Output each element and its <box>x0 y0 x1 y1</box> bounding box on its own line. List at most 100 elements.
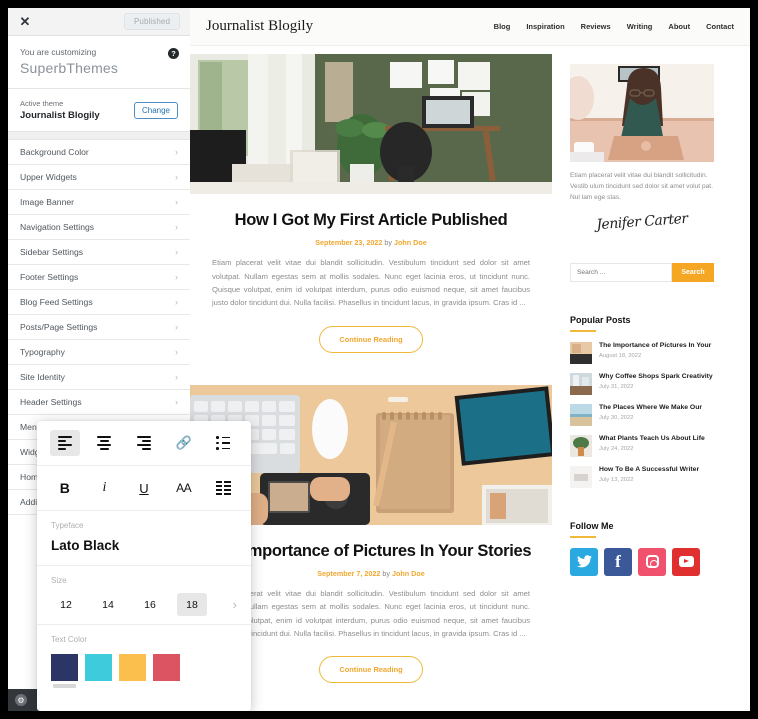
underline-icon[interactable]: U <box>129 475 159 501</box>
sidebar-item-sidebar-settings[interactable]: Sidebar Settings › <box>8 240 190 265</box>
close-icon[interactable]: ✕ <box>18 14 32 29</box>
sidebar-item-footer-settings[interactable]: Footer Settings › <box>8 265 190 290</box>
color-swatch-red[interactable] <box>153 654 180 681</box>
post-date: September 7, 2022 <box>317 569 381 579</box>
site-title[interactable]: Journalist Blogily <box>206 18 313 35</box>
font-size-icon[interactable]: AA <box>169 475 199 501</box>
post-date: September 23, 2022 <box>315 238 383 248</box>
list-item-date: August 18, 2022 <box>599 353 642 360</box>
about-widget: Etiam placerat velit vitae dui blandit s… <box>560 54 724 243</box>
sidebar-item-image-banner[interactable]: Image Banner › <box>8 190 190 215</box>
color-swatches <box>51 652 237 688</box>
active-theme-name: Journalist Blogily <box>20 110 100 121</box>
size-option-18[interactable]: 18 <box>177 593 207 616</box>
chevron-right-icon[interactable]: › <box>233 597 237 612</box>
link-icon[interactable]: 🔗 <box>169 430 199 456</box>
twitter-icon[interactable] <box>570 547 598 576</box>
gear-icon[interactable]: ⚙ <box>15 694 27 706</box>
continue-reading-button[interactable]: Continue Reading <box>319 656 423 684</box>
chevron-right-icon: › <box>175 297 178 307</box>
align-left-icon[interactable] <box>49 430 80 456</box>
size-option-14[interactable]: 14 <box>93 593 123 616</box>
list-item-date: July 30, 2022 <box>599 415 634 422</box>
nav-item-about[interactable]: About <box>668 22 690 31</box>
list-item[interactable]: Why Coffee Shops Spark Creativity July 3… <box>570 372 714 395</box>
thumbnail <box>570 403 592 426</box>
align-right-icon[interactable] <box>129 430 159 456</box>
sidebar-item-header-settings[interactable]: Header Settings › <box>8 390 190 415</box>
site-nav: Blog Inspiration Reviews Writing About C… <box>494 22 734 31</box>
post-by-label: by <box>382 569 390 579</box>
post-author[interactable]: John Doe <box>392 569 425 578</box>
search-row: Search <box>570 262 714 282</box>
sidebar-item-posts-page-settings[interactable]: Posts/Page Settings › <box>8 315 190 340</box>
nav-item-contact[interactable]: Contact <box>706 22 734 31</box>
list-item[interactable]: How To Be A Successful Writer July 13, 2… <box>570 465 714 488</box>
nav-item-reviews[interactable]: Reviews <box>581 22 611 31</box>
columns-icon[interactable] <box>208 475 238 501</box>
list-item-title: How To Be A Successful Writer <box>599 465 700 473</box>
item-label: Image Banner <box>20 197 74 207</box>
chevron-right-icon: › <box>175 247 178 257</box>
search-button[interactable]: Search <box>672 262 714 282</box>
item-label: Site Identity <box>20 372 65 382</box>
chevron-right-icon: › <box>175 397 178 407</box>
customizing-label: You are customizing <box>20 47 97 57</box>
size-option-16[interactable]: 16 <box>135 593 165 616</box>
help-icon[interactable]: ? <box>168 48 179 59</box>
post-title[interactable]: The Importance of Pictures In Your Stori… <box>204 542 538 561</box>
list-item-date: July 13, 2022 <box>599 477 634 484</box>
youtube-icon[interactable] <box>672 547 700 576</box>
typeface-value[interactable]: Lato Black <box>51 538 237 557</box>
sidebar-item-blog-feed-settings[interactable]: Blog Feed Settings › <box>8 290 190 315</box>
list-item[interactable]: What Plants Teach Us About Life July 24,… <box>570 434 714 457</box>
typeface-section: Typeface Lato Black <box>37 511 251 566</box>
nav-item-blog[interactable]: Blog <box>494 22 511 31</box>
follow-me-title: Follow Me <box>570 520 614 531</box>
facebook-icon[interactable]: f <box>604 547 632 576</box>
format-toolbar-row: B i U AA <box>37 466 251 511</box>
item-label: Header Settings <box>20 397 82 407</box>
list-icon[interactable] <box>208 430 238 456</box>
nav-item-inspiration[interactable]: Inspiration <box>526 22 564 31</box>
alignment-toolbar-row: 🔗 <box>37 421 251 466</box>
sidebar-item-typography[interactable]: Typography › <box>8 340 190 365</box>
align-center-icon[interactable] <box>89 430 119 456</box>
size-option-12[interactable]: 12 <box>51 593 81 616</box>
chevron-right-icon: › <box>175 222 178 232</box>
post-by-label: by <box>384 238 392 248</box>
list-item-date: July 24, 2022 <box>599 446 634 453</box>
nav-item-writing[interactable]: Writing <box>627 22 653 31</box>
list-item-title: Why Coffee Shops Spark Creativity <box>599 372 713 380</box>
search-input[interactable] <box>570 262 672 282</box>
title-underline <box>570 329 596 332</box>
post-title[interactable]: How I Got My First Article Published <box>204 211 538 230</box>
list-item[interactable]: The Importance of Pictures In Your Augus… <box>570 341 714 364</box>
sidebar-item-upper-widgets[interactable]: Upper Widgets › <box>8 165 190 190</box>
list-item-title: The Places Where We Make Our <box>599 403 702 411</box>
bold-icon[interactable]: B <box>50 475 80 501</box>
change-theme-button[interactable]: Change <box>133 101 178 119</box>
italic-icon[interactable]: i <box>89 475 119 501</box>
post-featured-image <box>190 54 552 194</box>
continue-reading-button[interactable]: Continue Reading <box>319 325 423 353</box>
item-label: Typography <box>20 347 65 357</box>
chevron-right-icon: › <box>175 147 178 157</box>
customized-site-name: SuperbThemes <box>20 60 119 76</box>
color-swatch-navy[interactable] <box>51 654 78 688</box>
sidebar-item-site-identity[interactable]: Site Identity › <box>8 365 190 390</box>
color-swatch-yellow[interactable] <box>119 654 146 681</box>
color-swatch-cyan[interactable] <box>85 654 112 681</box>
thumbnail <box>570 465 592 488</box>
chevron-right-icon: › <box>175 372 178 382</box>
publish-button[interactable]: Published <box>123 13 180 30</box>
sidebar-item-background-color[interactable]: Background Color › <box>8 140 190 165</box>
instagram-icon[interactable] <box>638 547 666 576</box>
size-section: Size 12 14 16 18 › <box>37 566 251 625</box>
list-item[interactable]: The Places Where We Make Our July 30, 20… <box>570 403 714 426</box>
sidebar-item-navigation-settings[interactable]: Navigation Settings › <box>8 215 190 240</box>
list-item-title: The Importance of Pictures In Your <box>599 341 712 349</box>
post-author[interactable]: John Doe <box>394 238 427 247</box>
size-options: 12 14 16 18 › <box>51 593 237 616</box>
size-label: Size <box>51 576 67 585</box>
